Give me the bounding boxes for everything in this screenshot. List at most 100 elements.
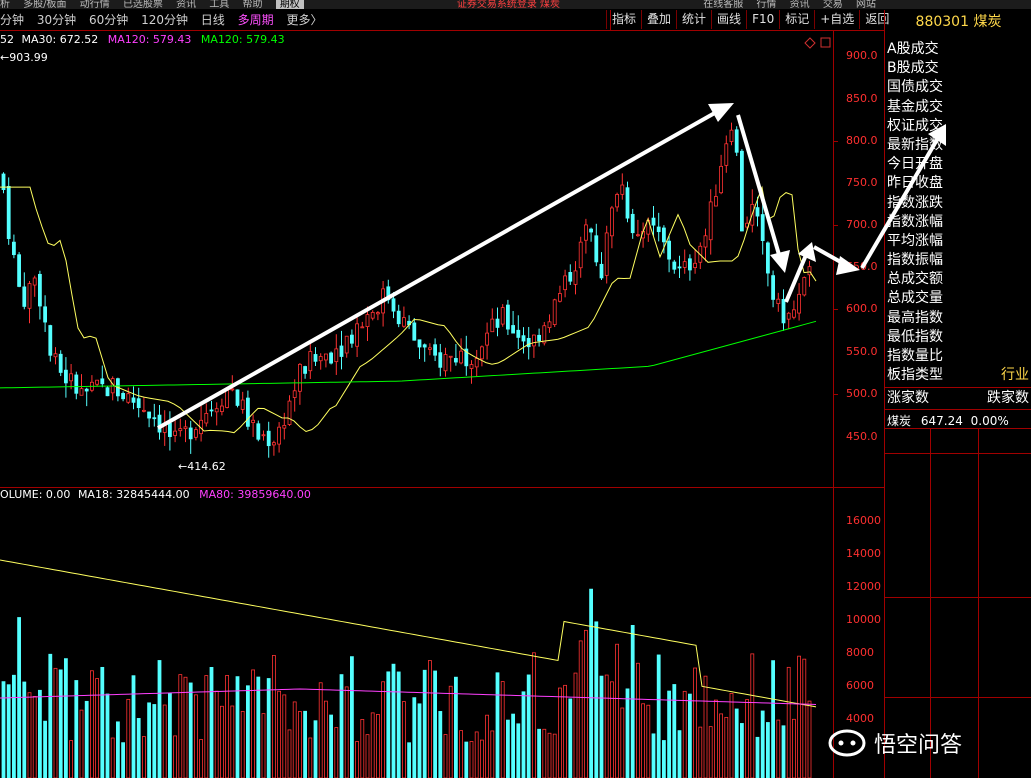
candle-body [235,389,240,406]
volume-bar [630,624,635,778]
volume-bar [256,676,261,778]
candle-body [453,358,458,363]
volume-bar [422,669,427,778]
candle-body [329,352,334,364]
volume-bar [443,734,448,778]
volume-bar [516,723,521,778]
candle-body [776,298,781,304]
volume-bar [261,713,266,778]
logo-icon [828,729,866,757]
volume-bar [152,704,157,778]
candle-body [495,318,500,328]
candle-body [615,194,619,208]
info-row: 板指类型 行业 [885,366,1031,385]
volume-bar [240,711,245,778]
volume-bar [396,671,401,778]
candle-body [271,442,276,446]
candle-body [781,298,786,324]
candle-body [552,299,557,325]
candle-body [636,234,640,237]
candle-body [43,306,47,323]
candle-body [417,339,422,348]
info-row: 基金成交 [887,98,943,115]
candle-body [69,373,73,382]
candle-body [802,277,807,296]
info-row: 昨日收盘 [887,175,943,192]
candle-body [349,334,354,344]
mini-name: 煤炭 [887,414,912,428]
volume-bar [412,697,417,778]
volume-bar [282,694,287,778]
volume-bar [802,658,807,778]
arrow-head-icon [836,256,860,275]
volume-bar [755,736,760,778]
volume-bar [511,713,516,778]
volume-bar [792,718,796,778]
mini-quote[interactable]: 煤炭 647.24 0.00% [887,412,1009,429]
info-row: 权证成交 [887,117,943,134]
watermark: 悟空问答 [828,718,1028,768]
volume-bar [786,666,791,778]
candle-body [141,409,146,412]
candle-body [292,390,297,398]
candle-body [427,347,432,350]
candle-body [401,317,406,327]
candle-body [516,329,521,338]
volume-bar [349,656,354,778]
volume-bar [729,693,734,778]
kline-chart[interactable] [0,0,1031,778]
candle-body [297,363,302,392]
volume-bar [136,718,141,778]
candle-body [662,227,666,243]
info-label: 板指类型 [887,367,943,384]
volume-bar [116,721,120,778]
candle-body [438,352,443,368]
volume-bar [688,693,692,778]
volume-bar [641,703,645,778]
volume-bar [651,733,656,778]
candle-body [766,242,770,274]
candle-body [485,332,490,346]
volume-bar [485,714,490,778]
volume-bar [620,707,625,778]
declines-label: 跌家数 [987,390,1029,406]
candle-body [245,397,250,427]
candle-body [334,348,339,363]
candle-body [412,322,417,341]
volume-bar [459,730,464,778]
candle-body [792,309,796,318]
volume-bar [365,734,370,778]
candle-body [651,217,656,226]
candle-body [797,293,801,314]
volume-bar [578,640,583,778]
candle-body [38,273,42,307]
info-row: 今日开盘 [887,156,943,173]
mini-pct: 0.00% [970,414,1009,428]
candle-body [136,398,141,408]
candle-body [474,358,479,368]
volume-bar [537,728,541,778]
volume-bar [599,675,604,778]
volume-bar [563,684,567,778]
info-row: 平均涨幅 [887,232,943,249]
candle-body [526,337,531,348]
volume-bar [682,690,687,778]
candle-body [469,364,474,369]
volume-bar [188,682,193,778]
volume-bar [677,730,682,778]
volume-bar [245,685,250,778]
pane-controls[interactable] [804,37,831,49]
candle-body [266,430,271,447]
volume-bar [427,660,432,778]
volume-bar [500,681,505,778]
volume-bar [797,655,801,778]
candle-body [173,430,178,436]
candle-body [95,379,99,385]
volume-bar [313,720,318,778]
volume-bar [266,678,271,778]
candle-body [625,187,630,219]
candle-body [459,350,464,364]
maximize-icon [820,37,831,48]
volume-bar [38,689,42,778]
volume-bar [568,698,573,778]
